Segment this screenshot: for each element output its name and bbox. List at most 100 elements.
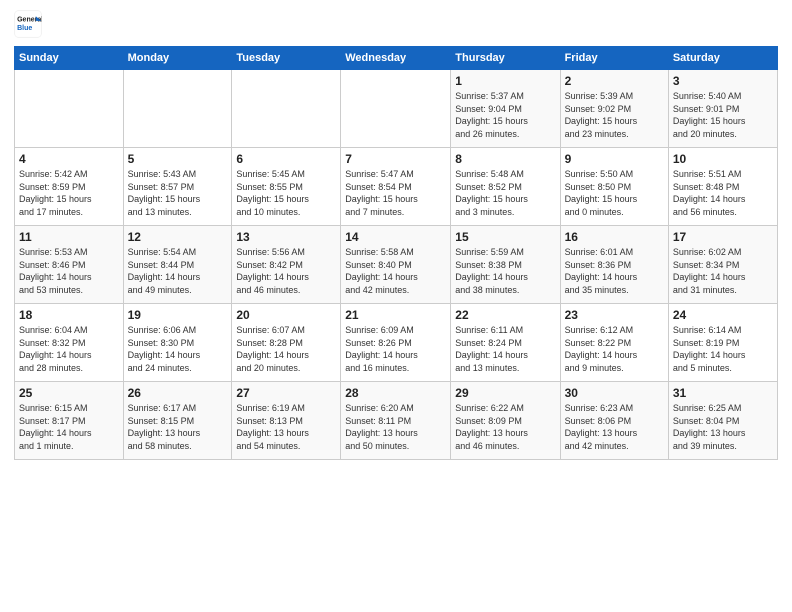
- logo-icon: General Blue: [14, 10, 42, 38]
- logo: General Blue: [14, 10, 42, 38]
- calendar-cell-w2d4: 15Sunrise: 5:59 AM Sunset: 8:38 PM Dayli…: [451, 226, 560, 304]
- calendar-cell-w2d1: 12Sunrise: 5:54 AM Sunset: 8:44 PM Dayli…: [123, 226, 232, 304]
- day-number: 18: [19, 308, 119, 322]
- calendar-cell-w3d1: 19 Sunrise: 6:06 AM Sunset: 8:30 PM Dayli…: [123, 304, 232, 382]
- calendar-cell-w2d3: 14 Sunrise: 5:58 AM Sunset: 8:40 PM Dayli…: [341, 226, 451, 304]
- day-number: 17: [673, 230, 773, 244]
- day-number: 3: [673, 74, 773, 88]
- day-info: Sunrise: 5:56 AM Sunset: 8:42 PM Dayligh…: [236, 246, 336, 296]
- day-number: 2: [565, 74, 664, 88]
- day-info: Sunrise: 5:37 AM Sunset: 9:04 PM Dayligh…: [455, 90, 555, 140]
- calendar-cell-w3d5: 23 Sunrise: 6:12 AM Sunset: 8:22 PM Dayli…: [560, 304, 668, 382]
- day-info: Sunrise: 5:43 AM Sunset: 8:57 PM Dayligh…: [128, 168, 228, 218]
- day-number: 27: [236, 386, 336, 400]
- day-info: Sunrise: 6:04 AM Sunset: 8:32 PM Dayligh…: [19, 324, 119, 374]
- day-number: 25: [19, 386, 119, 400]
- day-number: 23: [565, 308, 664, 322]
- calendar-cell-w3d4: 22 Sunrise: 6:11 AM Sunset: 8:24 PM Dayli…: [451, 304, 560, 382]
- calendar-cell-w1d3: 7Sunrise: 5:47 AM Sunset: 8:54 PM Daylig…: [341, 148, 451, 226]
- day-number: 1: [455, 74, 555, 88]
- calendar-cell-w1d5: 9 Sunrise: 5:50 AM Sunset: 8:50 PM Daylig…: [560, 148, 668, 226]
- day-info: Sunrise: 6:09 AM Sunset: 8:26 PM Dayligh…: [345, 324, 446, 374]
- calendar-cell-w0d6: 3 Sunrise: 5:40 AM Sunset: 9:01 PM Daylig…: [668, 70, 777, 148]
- day-info: Sunrise: 5:48 AM Sunset: 8:52 PM Dayligh…: [455, 168, 555, 218]
- calendar-cell-w0d0: [15, 70, 124, 148]
- day-number: 15: [455, 230, 555, 244]
- calendar-cell-w4d1: 26 Sunrise: 6:17 AM Sunset: 8:15 PM Dayli…: [123, 382, 232, 460]
- day-info: Sunrise: 5:45 AM Sunset: 8:55 PM Dayligh…: [236, 168, 336, 218]
- day-info: Sunrise: 5:50 AM Sunset: 8:50 PM Dayligh…: [565, 168, 664, 218]
- day-info: Sunrise: 6:19 AM Sunset: 8:13 PM Dayligh…: [236, 402, 336, 452]
- calendar-cell-w1d1: 5 Sunrise: 5:43 AM Sunset: 8:57 PM Daylig…: [123, 148, 232, 226]
- calendar-cell-w0d5: 2 Sunrise: 5:39 AM Sunset: 9:02 PM Daylig…: [560, 70, 668, 148]
- weekday-header-monday: Monday: [123, 47, 232, 70]
- calendar-cell-w0d1: [123, 70, 232, 148]
- day-info: Sunrise: 5:58 AM Sunset: 8:40 PM Dayligh…: [345, 246, 446, 296]
- calendar-cell-w3d0: 18 Sunrise: 6:04 AM Sunset: 8:32 PM Dayli…: [15, 304, 124, 382]
- calendar-cell-w0d4: 1 Sunrise: 5:37 AM Sunset: 9:04 PM Daylig…: [451, 70, 560, 148]
- day-info: Sunrise: 6:14 AM Sunset: 8:19 PM Dayligh…: [673, 324, 773, 374]
- day-info: Sunrise: 5:39 AM Sunset: 9:02 PM Dayligh…: [565, 90, 664, 140]
- day-number: 22: [455, 308, 555, 322]
- day-number: 10: [673, 152, 773, 166]
- calendar-cell-w1d2: 6 Sunrise: 5:45 AM Sunset: 8:55 PM Daylig…: [232, 148, 341, 226]
- calendar-cell-w1d0: 4 Sunrise: 5:42 AM Sunset: 8:59 PM Daylig…: [15, 148, 124, 226]
- day-number: 13: [236, 230, 336, 244]
- day-info: Sunrise: 5:53 AM Sunset: 8:46 PM Dayligh…: [19, 246, 119, 296]
- weekday-header-thursday: Thursday: [451, 47, 560, 70]
- day-info: Sunrise: 6:11 AM Sunset: 8:24 PM Dayligh…: [455, 324, 555, 374]
- weekday-header-tuesday: Tuesday: [232, 47, 341, 70]
- weekday-header-saturday: Saturday: [668, 47, 777, 70]
- day-number: 11: [19, 230, 119, 244]
- day-number: 12: [128, 230, 228, 244]
- calendar-cell-w2d2: 13 Sunrise: 5:56 AM Sunset: 8:42 PM Dayli…: [232, 226, 341, 304]
- calendar-cell-w1d4: 8 Sunrise: 5:48 AM Sunset: 8:52 PM Daylig…: [451, 148, 560, 226]
- day-info: Sunrise: 5:42 AM Sunset: 8:59 PM Dayligh…: [19, 168, 119, 218]
- calendar-cell-w4d6: 31 Sunrise: 6:25 AM Sunset: 8:04 PM Dayli…: [668, 382, 777, 460]
- day-info: Sunrise: 5:51 AM Sunset: 8:48 PM Dayligh…: [673, 168, 773, 218]
- day-number: 26: [128, 386, 228, 400]
- calendar-cell-w2d5: 16 Sunrise: 6:01 AM Sunset: 8:36 PM Dayli…: [560, 226, 668, 304]
- day-info: Sunrise: 6:06 AM Sunset: 8:30 PM Dayligh…: [128, 324, 228, 374]
- day-number: 28: [345, 386, 446, 400]
- day-info: Sunrise: 6:17 AM Sunset: 8:15 PM Dayligh…: [128, 402, 228, 452]
- day-number: 31: [673, 386, 773, 400]
- day-info: Sunrise: 6:25 AM Sunset: 8:04 PM Dayligh…: [673, 402, 773, 452]
- day-number: 9: [565, 152, 664, 166]
- calendar-cell-w4d3: 28 Sunrise: 6:20 AM Sunset: 8:11 PM Dayli…: [341, 382, 451, 460]
- day-info: Sunrise: 6:12 AM Sunset: 8:22 PM Dayligh…: [565, 324, 664, 374]
- day-number: 29: [455, 386, 555, 400]
- day-info: Sunrise: 6:01 AM Sunset: 8:36 PM Dayligh…: [565, 246, 664, 296]
- calendar-cell-w3d3: 21 Sunrise: 6:09 AM Sunset: 8:26 PM Dayli…: [341, 304, 451, 382]
- day-number: 21: [345, 308, 446, 322]
- day-number: 8: [455, 152, 555, 166]
- day-number: 6: [236, 152, 336, 166]
- day-info: Sunrise: 6:02 AM Sunset: 8:34 PM Dayligh…: [673, 246, 773, 296]
- day-info: Sunrise: 5:40 AM Sunset: 9:01 PM Dayligh…: [673, 90, 773, 140]
- weekday-header-friday: Friday: [560, 47, 668, 70]
- day-info: Sunrise: 6:23 AM Sunset: 8:06 PM Dayligh…: [565, 402, 664, 452]
- day-number: 20: [236, 308, 336, 322]
- calendar-cell-w4d4: 29Sunrise: 6:22 AM Sunset: 8:09 PM Dayli…: [451, 382, 560, 460]
- day-number: 16: [565, 230, 664, 244]
- calendar-cell-w2d0: 11 Sunrise: 5:53 AM Sunset: 8:46 PM Dayli…: [15, 226, 124, 304]
- weekday-header-wednesday: Wednesday: [341, 47, 451, 70]
- calendar-cell-w3d2: 20 Sunrise: 6:07 AM Sunset: 8:28 PM Dayli…: [232, 304, 341, 382]
- weekday-header-sunday: Sunday: [15, 47, 124, 70]
- calendar-cell-w0d3: [341, 70, 451, 148]
- calendar-table: SundayMondayTuesdayWednesdayThursdayFrid…: [14, 46, 778, 460]
- calendar-cell-w4d5: 30 Sunrise: 6:23 AM Sunset: 8:06 PM Dayli…: [560, 382, 668, 460]
- day-info: Sunrise: 5:47 AM Sunset: 8:54 PM Dayligh…: [345, 168, 446, 218]
- day-number: 4: [19, 152, 119, 166]
- calendar-cell-w3d6: 24Sunrise: 6:14 AM Sunset: 8:19 PM Dayli…: [668, 304, 777, 382]
- calendar-cell-w1d6: 10 Sunrise: 5:51 AM Sunset: 8:48 PM Dayli…: [668, 148, 777, 226]
- day-number: 5: [128, 152, 228, 166]
- day-info: Sunrise: 6:20 AM Sunset: 8:11 PM Dayligh…: [345, 402, 446, 452]
- day-number: 19: [128, 308, 228, 322]
- day-number: 14: [345, 230, 446, 244]
- day-info: Sunrise: 6:15 AM Sunset: 8:17 PM Dayligh…: [19, 402, 119, 452]
- calendar-cell-w4d0: 25 Sunrise: 6:15 AM Sunset: 8:17 PM Dayli…: [15, 382, 124, 460]
- calendar-cell-w0d2: [232, 70, 341, 148]
- day-info: Sunrise: 6:07 AM Sunset: 8:28 PM Dayligh…: [236, 324, 336, 374]
- day-number: 30: [565, 386, 664, 400]
